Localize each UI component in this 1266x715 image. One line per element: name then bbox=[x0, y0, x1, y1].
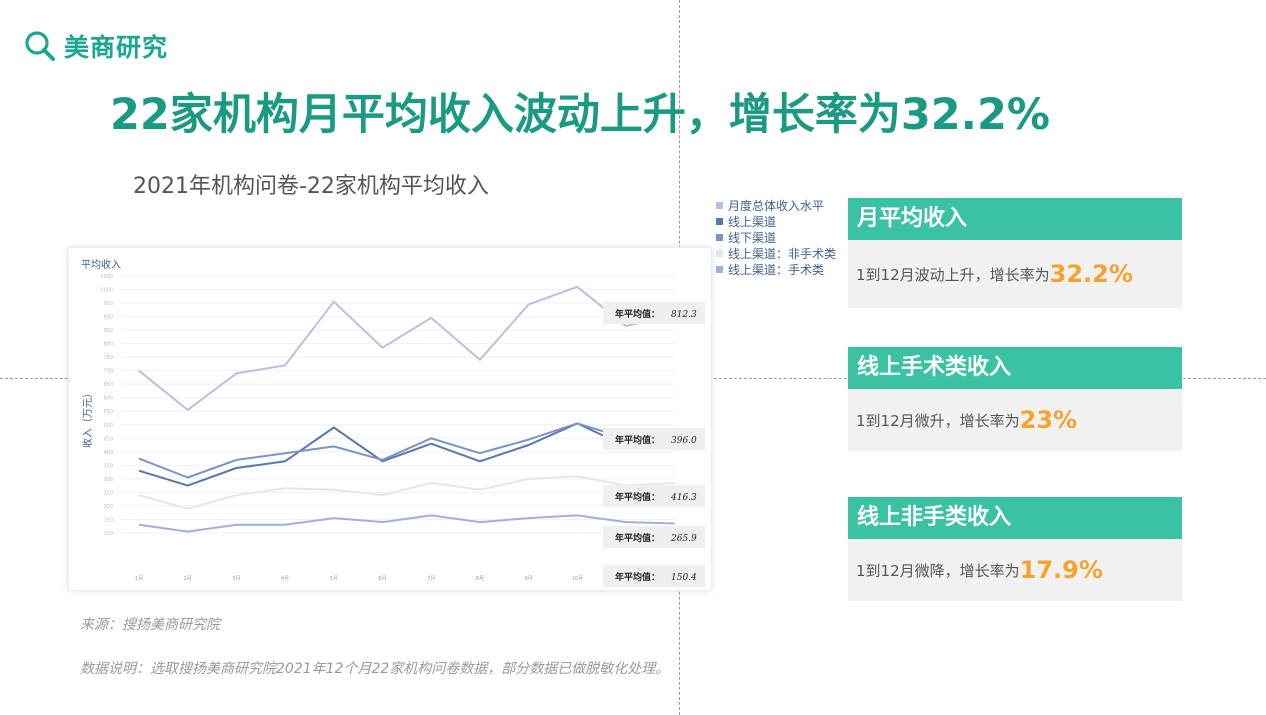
legend-label: 线上渠道：非手术类 bbox=[728, 246, 837, 261]
card-text: 1到12月波动上升，增长率为 bbox=[856, 265, 1050, 284]
card-highlight: 17.9% bbox=[1019, 556, 1103, 584]
x-tick-label: 10月 bbox=[572, 576, 583, 582]
y-tick-label: 1000 bbox=[100, 288, 113, 294]
chart-inner-title: 平均收入 bbox=[81, 258, 121, 271]
annotation-label: 年平均值： bbox=[615, 571, 660, 583]
card-title: 线上非手类收入 bbox=[848, 497, 1182, 539]
card-body: 1到12月微降，增长率为 17.9% bbox=[848, 539, 1182, 601]
y-tick-label: 300 bbox=[103, 477, 113, 483]
card-online-nonsurgical: 线上非手类收入 1到12月微降，增长率为 17.9% bbox=[848, 497, 1182, 601]
legend-item[interactable]: 线上渠道：非手术类 bbox=[716, 245, 836, 261]
y-tick-label: 850 bbox=[103, 328, 113, 334]
legend-label: 月度总体收入水平 bbox=[728, 198, 825, 213]
source-note: 来源：搜扬美商研究院 bbox=[80, 617, 220, 633]
y-tick-label: 350 bbox=[103, 463, 113, 469]
card-title: 线上手术类收入 bbox=[848, 347, 1182, 389]
annotation-label: 年平均值： bbox=[615, 491, 660, 503]
series-line bbox=[138, 422, 675, 487]
data-note: 数据说明：选取搜扬美商研究院2021年12个月22家机构问卷数据，部分数据已做脱… bbox=[80, 661, 670, 677]
legend-swatch bbox=[716, 233, 723, 241]
annotation-label: 年平均值： bbox=[615, 532, 660, 544]
legend-item[interactable]: 线下渠道 bbox=[716, 229, 836, 245]
y-tick-label: 1050 bbox=[100, 274, 113, 280]
x-tick-label: 6月 bbox=[378, 576, 386, 582]
card-highlight: 23% bbox=[1019, 406, 1078, 434]
card-body: 1到12月微升，增长率为 23% bbox=[848, 389, 1182, 451]
y-tick-label: 200 bbox=[103, 504, 113, 510]
legend-swatch bbox=[716, 201, 723, 209]
legend-label: 线上渠道：手术类 bbox=[728, 262, 825, 277]
annotation-value: 265.9 bbox=[670, 534, 697, 544]
legend-item[interactable]: 线上渠道：手术类 bbox=[716, 261, 836, 277]
chart-section-title: 2021年机构问卷-22家机构平均收入 bbox=[133, 174, 489, 199]
chart-canvas: 平均收入收入（万元） 100 150 200 250 300 350 400 450 500 550… bbox=[81, 258, 705, 587]
legend-label: 线下渠道 bbox=[728, 230, 777, 245]
card-highlight: 32.2% bbox=[1049, 260, 1133, 288]
y-tick-label: 550 bbox=[103, 409, 113, 415]
y-tick-label: 600 bbox=[103, 396, 113, 402]
x-tick-label: 1月 bbox=[135, 576, 143, 582]
legend-swatch bbox=[716, 249, 723, 257]
legend-item[interactable]: 月度总体收入水平 bbox=[716, 197, 836, 213]
legend-label: 线上渠道 bbox=[728, 214, 777, 229]
y-axis-label: 收入（万元） bbox=[81, 388, 94, 448]
annotation-value: 396.0 bbox=[671, 436, 697, 446]
y-tick-label: 450 bbox=[103, 436, 113, 442]
card-online-surgical: 线上手术类收入 1到12月微升，增长率为 23% bbox=[848, 347, 1182, 451]
y-tick-label: 250 bbox=[103, 490, 113, 496]
brand-name: 美商研究 bbox=[64, 33, 169, 62]
card-monthly-income: 月平均收入 1到12月波动上升，增长率为 32.2% bbox=[848, 198, 1182, 308]
y-tick-label: 900 bbox=[103, 315, 113, 321]
legend-swatch bbox=[716, 217, 723, 225]
y-tick-label: 750 bbox=[103, 355, 113, 361]
annotation-label: 年平均值： bbox=[615, 434, 660, 446]
card-body: 1到12月波动上升，增长率为 32.2% bbox=[848, 240, 1182, 308]
magnifier-icon bbox=[25, 31, 55, 61]
x-tick-label: 9月 bbox=[525, 576, 533, 582]
x-tick-label: 3月 bbox=[232, 576, 240, 582]
x-tick-label: 2月 bbox=[184, 576, 192, 582]
x-tick-label: 4月 bbox=[281, 576, 289, 582]
y-tick-label: 400 bbox=[103, 450, 113, 456]
line-chart: 平均收入收入（万元） 100 150 200 250 300 350 400 450 500 550… bbox=[68, 247, 712, 591]
x-tick-label: 5月 bbox=[330, 576, 338, 582]
annotation-value: 812.3 bbox=[671, 310, 697, 320]
series-line bbox=[138, 285, 675, 411]
y-tick-label: 800 bbox=[103, 342, 113, 348]
annotation-value: 416.3 bbox=[670, 493, 697, 503]
annotation-label: 年平均值： bbox=[615, 308, 660, 320]
y-tick-label: 950 bbox=[103, 301, 113, 307]
y-tick-label: 700 bbox=[103, 369, 113, 375]
legend-swatch bbox=[716, 265, 723, 273]
x-tick-label: 8月 bbox=[476, 576, 484, 582]
annotation-value: 150.4 bbox=[671, 573, 697, 583]
y-tick-label: 150 bbox=[103, 517, 113, 523]
page-title: 22家机构月平均收入波动上升，增长率为32.2% bbox=[110, 90, 1051, 140]
legend-item[interactable]: 线上渠道 bbox=[716, 213, 836, 229]
y-tick-label: 500 bbox=[103, 423, 113, 429]
card-text: 1到12月微降，增长率为 bbox=[856, 561, 1020, 580]
card-text: 1到12月微升，增长率为 bbox=[856, 411, 1020, 430]
x-tick-label: 7月 bbox=[427, 576, 435, 582]
chart-legend: 月度总体收入水平 线上渠道 线下渠道 线上渠道：非手术类 线上渠道：手术类 bbox=[716, 197, 836, 277]
y-tick-label: 100 bbox=[103, 531, 113, 537]
brand-logo: 美商研究 bbox=[22, 28, 168, 64]
series-line bbox=[138, 514, 675, 533]
card-title: 月平均收入 bbox=[848, 198, 1182, 240]
y-tick-label: 650 bbox=[103, 382, 113, 388]
